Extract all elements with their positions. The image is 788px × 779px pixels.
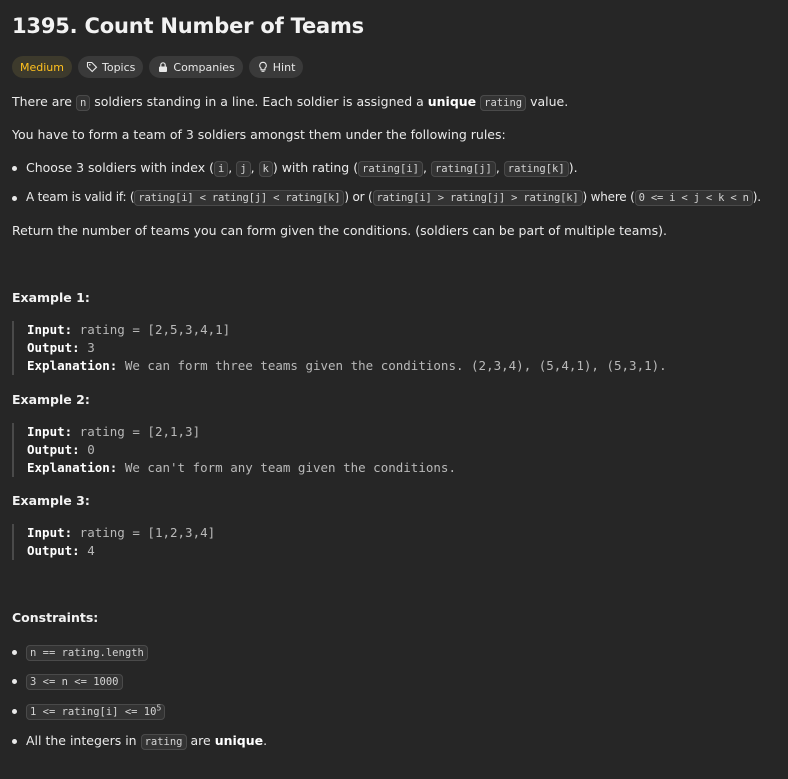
input-value: rating = [1,2,3,4] bbox=[72, 525, 216, 540]
text: ) where ( bbox=[582, 190, 635, 204]
output-value: 3 bbox=[79, 340, 95, 355]
text: value. bbox=[526, 94, 569, 109]
explanation-value: We can't form any team given the conditi… bbox=[117, 460, 456, 475]
problem-tags: Medium Topics Companies Hint bbox=[12, 56, 304, 78]
description-paragraph-3: Return the number of teams you can form … bbox=[12, 223, 667, 238]
companies-label: Companies bbox=[173, 60, 235, 74]
text: A team is valid if: ( bbox=[26, 190, 135, 204]
text: ). bbox=[568, 160, 578, 175]
input-value: rating = [2,1,3] bbox=[72, 424, 201, 439]
input-label: Input: bbox=[27, 424, 73, 439]
output-value: 0 bbox=[79, 442, 95, 457]
text: Choose 3 soldiers with index ( bbox=[26, 160, 214, 175]
code-rating-i: rating[i] bbox=[358, 161, 423, 177]
constraint-4: All the integers in rating are unique. bbox=[12, 733, 268, 750]
code-constraint-2: 3 <= n <= 1000 bbox=[26, 674, 123, 690]
topics-button[interactable]: Topics bbox=[77, 56, 144, 78]
description-paragraph-2: You have to form a team of 3 soldiers am… bbox=[12, 127, 506, 142]
example-1-block: Input: rating = [2,5,3,4,1] Output: 3 Ex… bbox=[12, 321, 667, 375]
hint-button[interactable]: Hint bbox=[248, 56, 304, 78]
text: soldiers standing in a line. Each soldie… bbox=[90, 94, 428, 109]
text: are bbox=[186, 733, 215, 748]
rule-bullet-2: A team is valid if: (rating[i] < rating[… bbox=[12, 190, 761, 206]
constraints-title: Constraints: bbox=[12, 610, 99, 625]
example-3-title: Example 3: bbox=[12, 493, 90, 508]
rule-bullet-1: Choose 3 soldiers with index (i, j, k) w… bbox=[12, 160, 578, 177]
text: ). bbox=[752, 190, 761, 204]
bold-unique: unique bbox=[427, 94, 477, 109]
lightbulb-icon bbox=[258, 61, 267, 72]
code-index-order: 0 <= i < j < k < n bbox=[634, 190, 753, 206]
code-condition-ascending: rating[i] < rating[j] < rating[k] bbox=[134, 190, 345, 206]
problem-title: 1395. Count Number of Teams bbox=[12, 14, 364, 38]
example-1-title: Example 1: bbox=[12, 290, 90, 305]
tag-icon bbox=[86, 61, 98, 73]
code-n: n bbox=[75, 95, 91, 111]
hint-label: Hint bbox=[272, 60, 296, 74]
text: There are bbox=[12, 94, 76, 109]
code-rating: rating bbox=[480, 95, 527, 111]
companies-button[interactable]: Companies bbox=[149, 56, 243, 78]
lock-icon bbox=[159, 62, 168, 72]
description-paragraph-1: There are n soldiers standing in a line.… bbox=[12, 94, 569, 111]
code-j: j bbox=[236, 161, 251, 177]
exponent: 5 bbox=[156, 703, 162, 713]
input-value: rating = [2,5,3,4,1] bbox=[72, 322, 231, 337]
explanation-value: We can form three teams given the condit… bbox=[117, 358, 667, 373]
input-label: Input: bbox=[27, 525, 73, 540]
output-label: Output: bbox=[27, 543, 80, 558]
code-rating: rating bbox=[140, 734, 187, 750]
example-3-block: Input: rating = [1,2,3,4] Output: 4 bbox=[12, 524, 215, 560]
explanation-label: Explanation: bbox=[27, 358, 118, 373]
bold-unique: unique bbox=[214, 733, 264, 748]
code-rating-k: rating[k] bbox=[503, 161, 569, 177]
text: ) or ( bbox=[344, 190, 373, 204]
code-k: k bbox=[258, 161, 273, 177]
code-rating-j: rating[j] bbox=[430, 161, 496, 177]
output-value: 4 bbox=[79, 543, 95, 558]
explanation-label: Explanation: bbox=[27, 460, 118, 475]
output-label: Output: bbox=[27, 340, 80, 355]
text: . bbox=[263, 733, 268, 748]
constraint-3: 1 <= rating[i] <= 105 bbox=[12, 703, 166, 720]
text: 1 <= rating[i] <= 10 bbox=[30, 706, 157, 718]
input-label: Input: bbox=[27, 322, 73, 337]
difficulty-badge: Medium bbox=[12, 56, 72, 78]
code-i: i bbox=[213, 161, 229, 177]
constraint-1: n == rating.length bbox=[12, 644, 148, 661]
constraint-2: 3 <= n <= 1000 bbox=[12, 673, 123, 690]
code-constraint-1: n == rating.length bbox=[26, 645, 148, 661]
code-condition-descending: rating[i] > rating[j] > rating[k] bbox=[372, 190, 583, 206]
text: All the integers in bbox=[26, 733, 141, 748]
topics-label: Topics bbox=[101, 60, 136, 74]
code-constraint-3: 1 <= rating[i] <= 105 bbox=[26, 703, 166, 720]
example-2-title: Example 2: bbox=[12, 392, 90, 407]
example-2-block: Input: rating = [2,1,3] Output: 0 Explan… bbox=[12, 423, 456, 477]
text: ) with rating ( bbox=[272, 160, 359, 175]
output-label: Output: bbox=[27, 442, 80, 457]
